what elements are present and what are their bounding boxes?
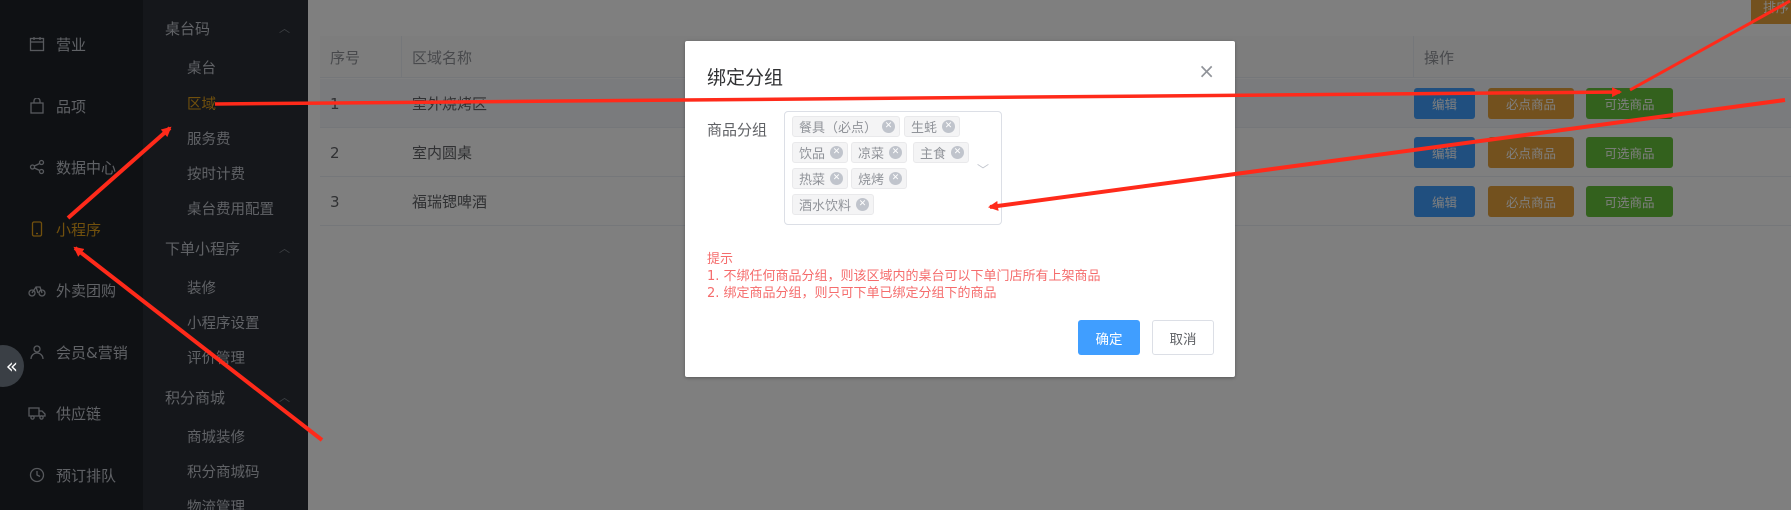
tag-close-icon[interactable]: ✕ bbox=[882, 120, 896, 133]
tag-bbq: 烧烤 ✕ bbox=[851, 168, 908, 189]
dialog-title: 绑定分组 bbox=[707, 67, 784, 89]
chevron-down-icon: ﹀ bbox=[976, 163, 989, 177]
product-group-label: 商品分组 bbox=[707, 121, 768, 139]
confirm-button[interactable]: 确定 bbox=[1078, 320, 1140, 355]
tag-drinks: 饮品 ✕ bbox=[792, 142, 849, 163]
tag-close-icon[interactable]: ✕ bbox=[830, 172, 844, 185]
tag-close-icon[interactable]: ✕ bbox=[889, 172, 903, 185]
tag-label: 生蚝 bbox=[911, 121, 938, 136]
tag-label: 主食 bbox=[920, 147, 947, 162]
tag-close-icon[interactable]: ✕ bbox=[856, 198, 870, 211]
tag-close-icon[interactable]: ✕ bbox=[830, 146, 844, 159]
tag-label: 热菜 bbox=[799, 173, 826, 188]
tag-close-icon[interactable]: ✕ bbox=[889, 146, 903, 159]
bind-group-dialog: 绑定分组 × 商品分组 餐具（必点） ✕ 生蚝 ✕ 饮品 ✕ 凉菜 ✕ 主食 ✕ 热菜 ✕ … bbox=[685, 41, 1235, 377]
tag-close-icon[interactable]: ✕ bbox=[942, 120, 956, 133]
cancel-button[interactable]: 取消 bbox=[1152, 320, 1214, 355]
product-group-select[interactable]: 餐具（必点） ✕ 生蚝 ✕ 饮品 ✕ 凉菜 ✕ 主食 ✕ 热菜 ✕ 烧烤 ✕ 酒水饮料 ✕ ﹀ bbox=[784, 111, 1002, 225]
double-chevron-left-icon: « bbox=[5, 354, 18, 378]
close-icon[interactable]: × bbox=[1198, 59, 1215, 83]
tag-oyster: 生蚝 ✕ bbox=[904, 116, 961, 137]
tag-staple: 主食 ✕ bbox=[913, 142, 970, 163]
tag-hot-dishes: 热菜 ✕ bbox=[792, 168, 849, 189]
tag-label: 凉菜 bbox=[858, 147, 885, 162]
tag-label: 餐具（必点） bbox=[799, 121, 878, 136]
tag-label: 饮品 bbox=[799, 147, 826, 162]
tag-tableware: 餐具（必点） ✕ bbox=[792, 116, 901, 137]
tag-close-icon[interactable]: ✕ bbox=[951, 146, 965, 159]
tag-beverages: 酒水饮料 ✕ bbox=[792, 194, 875, 215]
tag-cold-dishes: 凉菜 ✕ bbox=[851, 142, 908, 163]
tag-label: 酒水饮料 bbox=[799, 199, 852, 214]
tip-line: 2. 绑定商品分组，则只可下单已绑定分组下的商品 bbox=[707, 286, 997, 301]
tag-label: 烧烤 bbox=[858, 173, 885, 188]
